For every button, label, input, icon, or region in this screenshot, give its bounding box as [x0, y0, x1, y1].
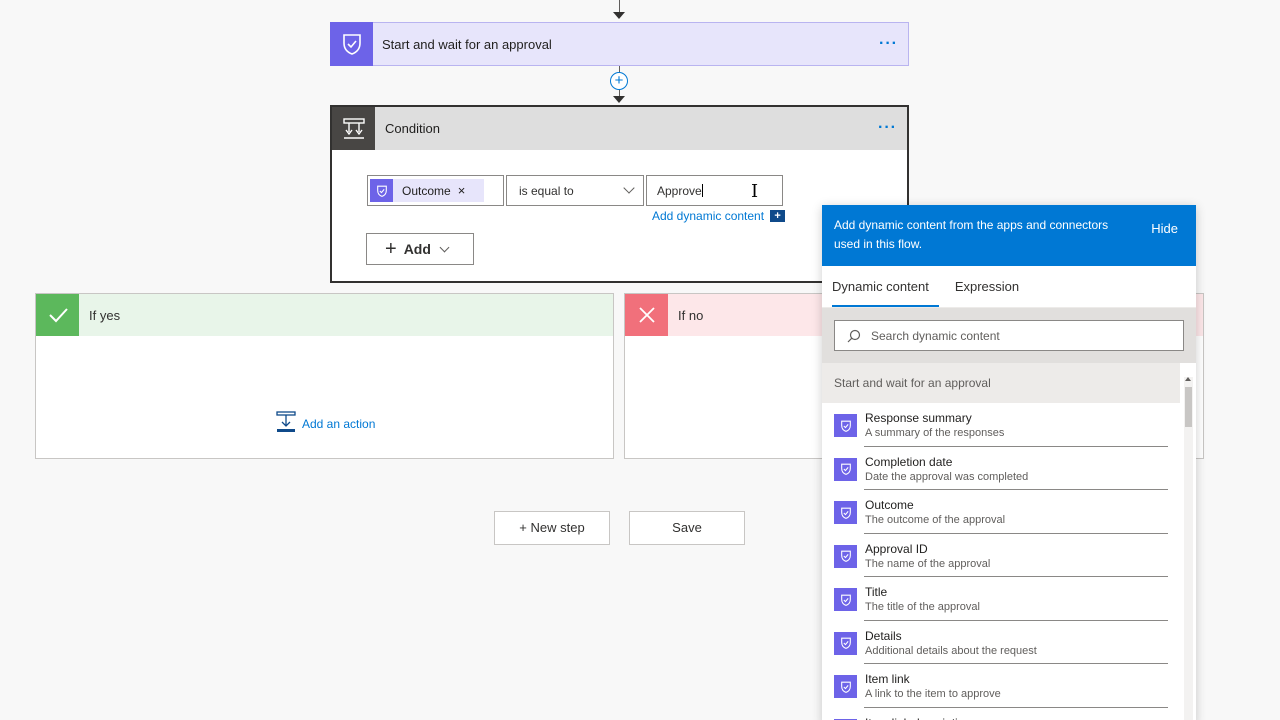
- item-description: The outcome of the approval: [865, 514, 1006, 526]
- item-description: A link to the item to approve: [865, 688, 1001, 700]
- item-name: Item link description: [865, 716, 971, 720]
- approval-step-title: Start and wait for an approval: [382, 36, 552, 52]
- add-action-label: Add an action: [302, 416, 376, 431]
- dynamic-content-item[interactable]: Details Additional details about the requ…: [822, 621, 1196, 665]
- approval-icon: [834, 675, 857, 698]
- add-button-label: Add: [403, 241, 431, 257]
- item-text: Completion date Date the approval was com…: [865, 455, 1028, 486]
- hide-panel-button[interactable]: Hide: [1151, 219, 1178, 238]
- add-dynamic-label: Add dynamic content: [652, 209, 765, 223]
- item-name: Completion date: [865, 454, 953, 469]
- dynamic-content-item[interactable]: Item link description: [822, 708, 1196, 720]
- approval-icon: [330, 21, 373, 66]
- approval-icon: [834, 457, 857, 481]
- approval-icon: [834, 631, 857, 655]
- operator-value: is equal to: [519, 184, 574, 198]
- item-text: Response summary A summary of the respons…: [865, 411, 1004, 442]
- item-name: Details: [865, 628, 902, 643]
- item-name: Item link: [865, 672, 910, 686]
- insert-step-icon[interactable]: +: [610, 72, 628, 90]
- dynamic-content-item[interactable]: Item link A link to the item to approve: [822, 664, 1196, 708]
- save-button[interactable]: Save: [629, 511, 745, 545]
- approval-menu-icon[interactable]: ···: [879, 35, 898, 53]
- arrow-down-icon: [613, 12, 625, 19]
- item-name: Title: [865, 585, 888, 599]
- dynamic-content-list: Response summary A summary of the respons…: [822, 403, 1196, 720]
- checkmark-icon: [36, 294, 79, 336]
- search-area: Search dynamic content: [822, 308, 1196, 363]
- scroll-thumb[interactable]: [1185, 387, 1192, 427]
- search-icon: [847, 329, 861, 342]
- condition-menu-icon[interactable]: ···: [878, 119, 897, 137]
- dynamic-content-item[interactable]: Completion date Date the approval was com…: [822, 447, 1196, 491]
- if-no-label: If no: [678, 307, 704, 323]
- new-step-button[interactable]: + New step: [494, 511, 610, 545]
- arrow-down-icon: [613, 96, 625, 103]
- tab-dynamic-content[interactable]: Dynamic content: [832, 279, 939, 307]
- add-condition-button[interactable]: + Add: [366, 233, 474, 265]
- if-yes-branch: If yes Add an action: [35, 293, 614, 459]
- item-text: Item link description: [865, 716, 971, 720]
- chevron-down-icon: [439, 242, 450, 252]
- add-dynamic-icon: +: [770, 210, 786, 222]
- panel-scrollbar[interactable]: [1184, 377, 1193, 720]
- tab-expression[interactable]: Expression: [955, 279, 1019, 307]
- approval-step-card[interactable]: Start and wait for an approval ···: [330, 21, 909, 66]
- item-description: The title of the approval: [865, 601, 980, 613]
- item-text: Title The title of the approval: [865, 585, 980, 616]
- if-yes-label: If yes: [89, 307, 121, 323]
- approval-icon: [834, 544, 857, 568]
- scroll-up-icon[interactable]: [1185, 377, 1191, 381]
- dynamic-panel-tabs: Dynamic content Expression: [822, 266, 1196, 308]
- item-name: Approval ID: [865, 541, 928, 556]
- group-header: Start and wait for an approval: [822, 363, 1180, 403]
- dynamic-panel-header: Add dynamic content from the apps and co…: [822, 205, 1196, 266]
- remove-token-icon[interactable]: ×: [458, 183, 466, 198]
- add-action-link[interactable]: Add an action: [276, 411, 375, 436]
- operator-dropdown[interactable]: is equal to: [506, 175, 644, 206]
- condition-left-operand[interactable]: Outcome ×: [367, 175, 504, 206]
- dynamic-panel-description: Add dynamic content from the apps and co…: [834, 218, 1109, 251]
- dynamic-content-item[interactable]: Title The title of the approval: [822, 577, 1196, 621]
- approval-icon: [834, 588, 857, 611]
- dynamic-content-item[interactable]: Outcome The outcome of the approval: [822, 490, 1196, 534]
- approval-icon: [834, 501, 857, 524]
- condition-icon: [332, 107, 375, 150]
- token-label: Outcome: [402, 183, 451, 198]
- value-text: Approve: [657, 184, 702, 198]
- dynamic-content-panel: Add dynamic content from the apps and co…: [822, 205, 1196, 720]
- condition-value-input[interactable]: Approve I: [646, 175, 783, 206]
- if-yes-header[interactable]: If yes: [36, 294, 613, 336]
- item-name: Response summary: [865, 411, 972, 425]
- condition-title: Condition: [385, 121, 440, 136]
- search-placeholder: Search dynamic content: [871, 328, 1000, 343]
- item-text: Outcome The outcome of the approval: [865, 498, 1005, 529]
- condition-header[interactable]: Condition ···: [332, 107, 907, 150]
- dynamic-content-item[interactable]: Approval ID The name of the approval: [822, 534, 1196, 578]
- close-icon: [625, 294, 668, 336]
- approval-icon: [370, 179, 393, 202]
- add-action-icon: [276, 411, 296, 436]
- item-description: Date the approval was completed: [865, 470, 1029, 483]
- ibeam-cursor-icon: I: [751, 181, 759, 202]
- item-text: Details Additional details about the requ…: [865, 629, 1037, 660]
- outcome-token[interactable]: Outcome ×: [370, 179, 484, 202]
- add-dynamic-content-link[interactable]: Add dynamic content +: [652, 209, 786, 223]
- approval-icon: [834, 414, 857, 437]
- item-description: A summary of the responses: [865, 427, 1005, 439]
- item-text: Approval ID The name of the approval: [865, 542, 990, 573]
- item-description: The name of the approval: [865, 557, 991, 570]
- item-description: Additional details about the request: [865, 644, 1037, 657]
- chevron-down-icon: [623, 182, 635, 194]
- plus-icon: +: [385, 238, 397, 260]
- item-name: Outcome: [865, 498, 914, 512]
- item-text: Item link A link to the item to approve: [865, 672, 1001, 703]
- search-dynamic-input[interactable]: Search dynamic content: [834, 320, 1184, 351]
- dynamic-content-item[interactable]: Response summary A summary of the respons…: [822, 403, 1196, 447]
- text-caret: [701, 184, 703, 197]
